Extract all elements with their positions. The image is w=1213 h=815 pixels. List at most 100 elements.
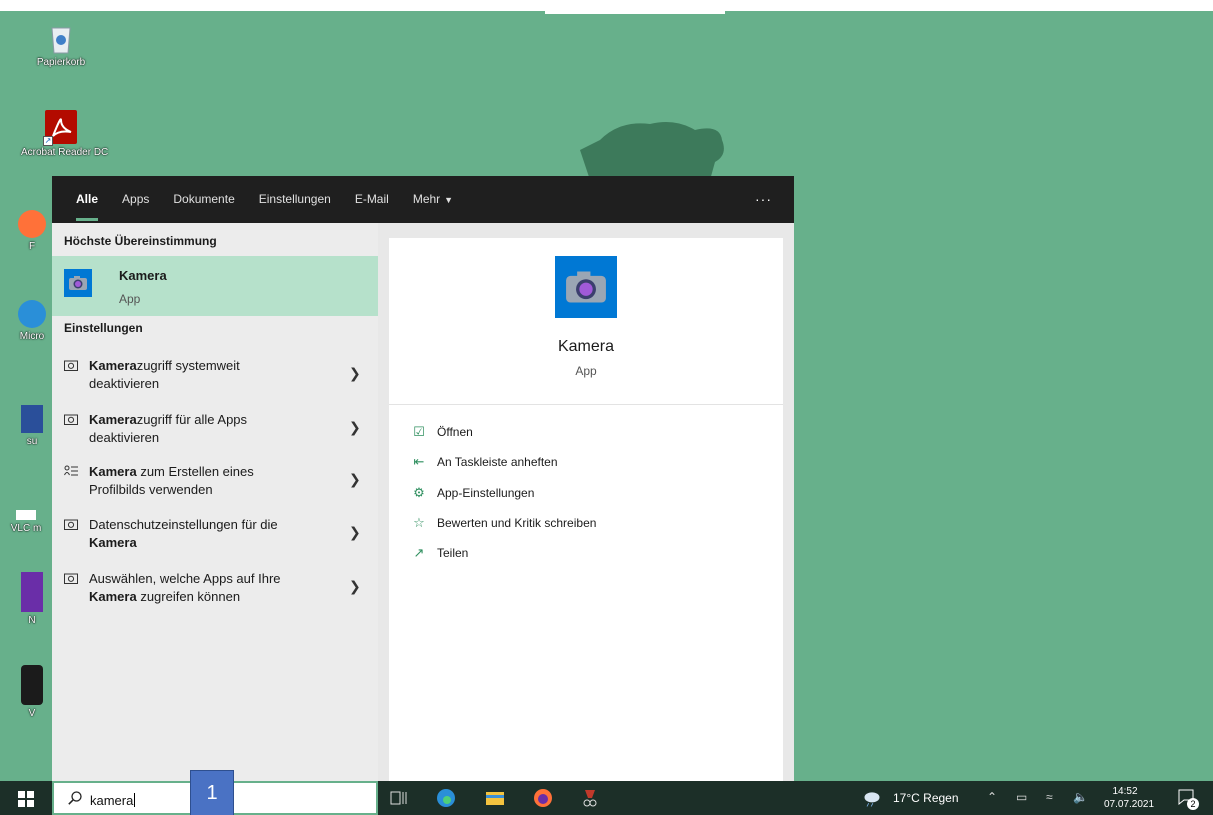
desktop-icon-label: VLC m [10, 523, 42, 534]
chevron-right-icon: ❯ [349, 365, 361, 381]
desktop-icon-n[interactable]: N [12, 572, 52, 626]
task-view-icon[interactable] [388, 788, 408, 808]
preview-subtitle: App [575, 364, 597, 378]
edge-icon[interactable] [436, 788, 456, 808]
setting-result-label: Auswählen, welche Apps auf Ihre Kamera zu… [89, 571, 281, 604]
action-label: Öffnen [437, 425, 473, 439]
desktop-icon-label: N [28, 615, 36, 626]
chevron-right-icon: ❯ [349, 419, 361, 435]
notification-count-badge: 2 [1187, 798, 1199, 810]
desktop-icon-label: V [28, 708, 36, 719]
taskbar: kamera 17°C Regen ⌃ ▭ ≈ 🔈 14:52 07.07.20… [0, 781, 1213, 815]
action-app-settings[interactable]: ⚙ App-Einstellungen [411, 483, 534, 503]
camera-outline-icon [64, 519, 78, 530]
clock-time: 14:52 [1112, 786, 1138, 797]
desktop-icon-label: Papierkorb [36, 57, 86, 68]
desktop-icon-label: su [26, 436, 38, 447]
setting-result-choose-apps[interactable]: Auswählen, welche Apps auf Ihre Kamera zu… [52, 568, 378, 620]
preview-title: Kamera [557, 338, 615, 355]
tab-more[interactable]: Mehr ▼ [413, 176, 453, 223]
desktop-icon-firefox[interactable]: F [12, 210, 52, 252]
battery-icon[interactable]: ▭ [1016, 790, 1027, 804]
action-pin-taskbar[interactable]: ⇤ An Taskleiste anheften [411, 452, 558, 472]
share-icon: ↗ [413, 545, 425, 560]
file-explorer-icon[interactable] [485, 788, 505, 808]
wallpaper-silhouette [580, 122, 724, 180]
setting-result-label: Kamerazugriff für alle Apps deaktivieren [89, 412, 248, 445]
chevron-up-icon[interactable]: ⌃ [987, 790, 997, 804]
search-filter-tabs: Alle Apps Dokumente Einstellungen E-Mail… [52, 176, 794, 223]
divider [389, 404, 783, 405]
chevron-right-icon: ❯ [349, 578, 361, 594]
screen-top-notch [545, 11, 725, 14]
start-button[interactable] [18, 791, 34, 807]
action-open[interactable]: ☑ Öffnen [411, 422, 473, 442]
app-icon [21, 665, 43, 705]
action-label: An Taskleiste anheften [437, 455, 558, 469]
setting-result-label: Kamerazugriff systemweit deaktivieren [89, 358, 240, 391]
desktop-icon-label: Micro [19, 331, 45, 342]
action-label: App-Einstellungen [437, 486, 535, 500]
tab-documents[interactable]: Dokumente [173, 176, 234, 223]
setting-result-label: Datenschutzeinstellungen für die Kamera [89, 517, 278, 550]
setting-result-profile-picture[interactable]: Kamera zum Erstellen eines Profilbilds ve… [52, 461, 378, 513]
volume-icon[interactable]: 🔈 [1073, 790, 1088, 804]
action-share[interactable]: ↗ Teilen [411, 543, 469, 563]
weather-label[interactable]: 17°C Regen [893, 791, 959, 805]
desktop-icon-v[interactable]: V [12, 665, 52, 719]
tab-apps[interactable]: Apps [122, 176, 149, 223]
app-icon [21, 405, 43, 433]
wifi-icon[interactable]: ≈ [1046, 790, 1053, 804]
more-options-button[interactable]: ··· [755, 176, 772, 223]
caret-down-icon: ▼ [444, 195, 454, 205]
desktop-icon-acrobat[interactable]: ↗ Acrobat Reader DC [21, 110, 109, 158]
edge-icon [18, 300, 46, 328]
app-icon [21, 572, 43, 612]
step-number-badge: 1 [190, 770, 234, 815]
camera-outline-icon [64, 573, 78, 584]
firefox-icon [18, 210, 46, 238]
gear-icon: ⚙ [413, 485, 425, 500]
acrobat-icon: ↗ [43, 110, 77, 146]
desktop-icon-recycle-bin[interactable]: Papierkorb [21, 22, 101, 68]
firefox-icon[interactable] [533, 788, 553, 808]
desktop-icon-su[interactable]: su [12, 405, 52, 447]
desktop-icon-vlc[interactable]: VLC m [0, 510, 52, 534]
setting-result-label: Kamera zum Erstellen eines Profilbilds ve… [89, 464, 254, 497]
setting-result-camera-access-system[interactable]: Kamerazugriff systemweit deaktivieren ❯ [52, 355, 378, 407]
camera-icon [64, 269, 92, 297]
tab-email[interactable]: E-Mail [355, 176, 389, 223]
camera-outline-icon [64, 414, 78, 425]
system-clock[interactable]: 14:52 07.07.2021 [1104, 785, 1154, 811]
open-icon: ☑ [413, 424, 425, 439]
tab-settings[interactable]: Einstellungen [259, 176, 331, 223]
weather-rain-icon[interactable] [862, 789, 882, 809]
profile-list-icon [64, 465, 78, 476]
best-match-result[interactable]: Kamera App [52, 256, 378, 316]
setting-result-privacy[interactable]: Datenschutzeinstellungen für die Kamera ❯ [52, 514, 378, 566]
text-cursor [134, 793, 136, 807]
recycle-bin-icon [51, 27, 71, 54]
search-input[interactable]: kamera [90, 793, 136, 808]
action-rate-review[interactable]: ☆ Bewerten und Kritik schreiben [411, 513, 596, 533]
desktop-icon-edge[interactable]: Micro [12, 300, 52, 342]
settings-section-header: Einstellungen [64, 321, 143, 335]
search-icon [68, 791, 82, 805]
pin-icon: ⇤ [413, 454, 425, 469]
screen-top-edge [0, 0, 1213, 11]
windows-logo-icon [18, 791, 25, 798]
preview-pane: Kamera App ☑ Öffnen ⇤ An Taskleiste anhe… [389, 238, 783, 781]
setting-result-camera-access-apps[interactable]: Kamerazugriff für alle Apps deaktivieren … [52, 409, 378, 461]
camera-outline-icon [64, 360, 78, 371]
star-list-icon: ☆ [413, 515, 425, 530]
snipping-tool-icon[interactable] [580, 788, 600, 808]
desktop-icon-label: Acrobat Reader DC [21, 147, 109, 158]
best-match-title: Kamera [119, 268, 167, 283]
tab-all[interactable]: Alle [76, 176, 99, 223]
vlc-icon [16, 510, 36, 520]
camera-icon [555, 256, 617, 318]
chevron-right-icon: ❯ [349, 524, 361, 540]
desktop-icon-label: F [28, 241, 36, 252]
chevron-right-icon: ❯ [349, 471, 361, 487]
action-label: Teilen [437, 546, 469, 560]
